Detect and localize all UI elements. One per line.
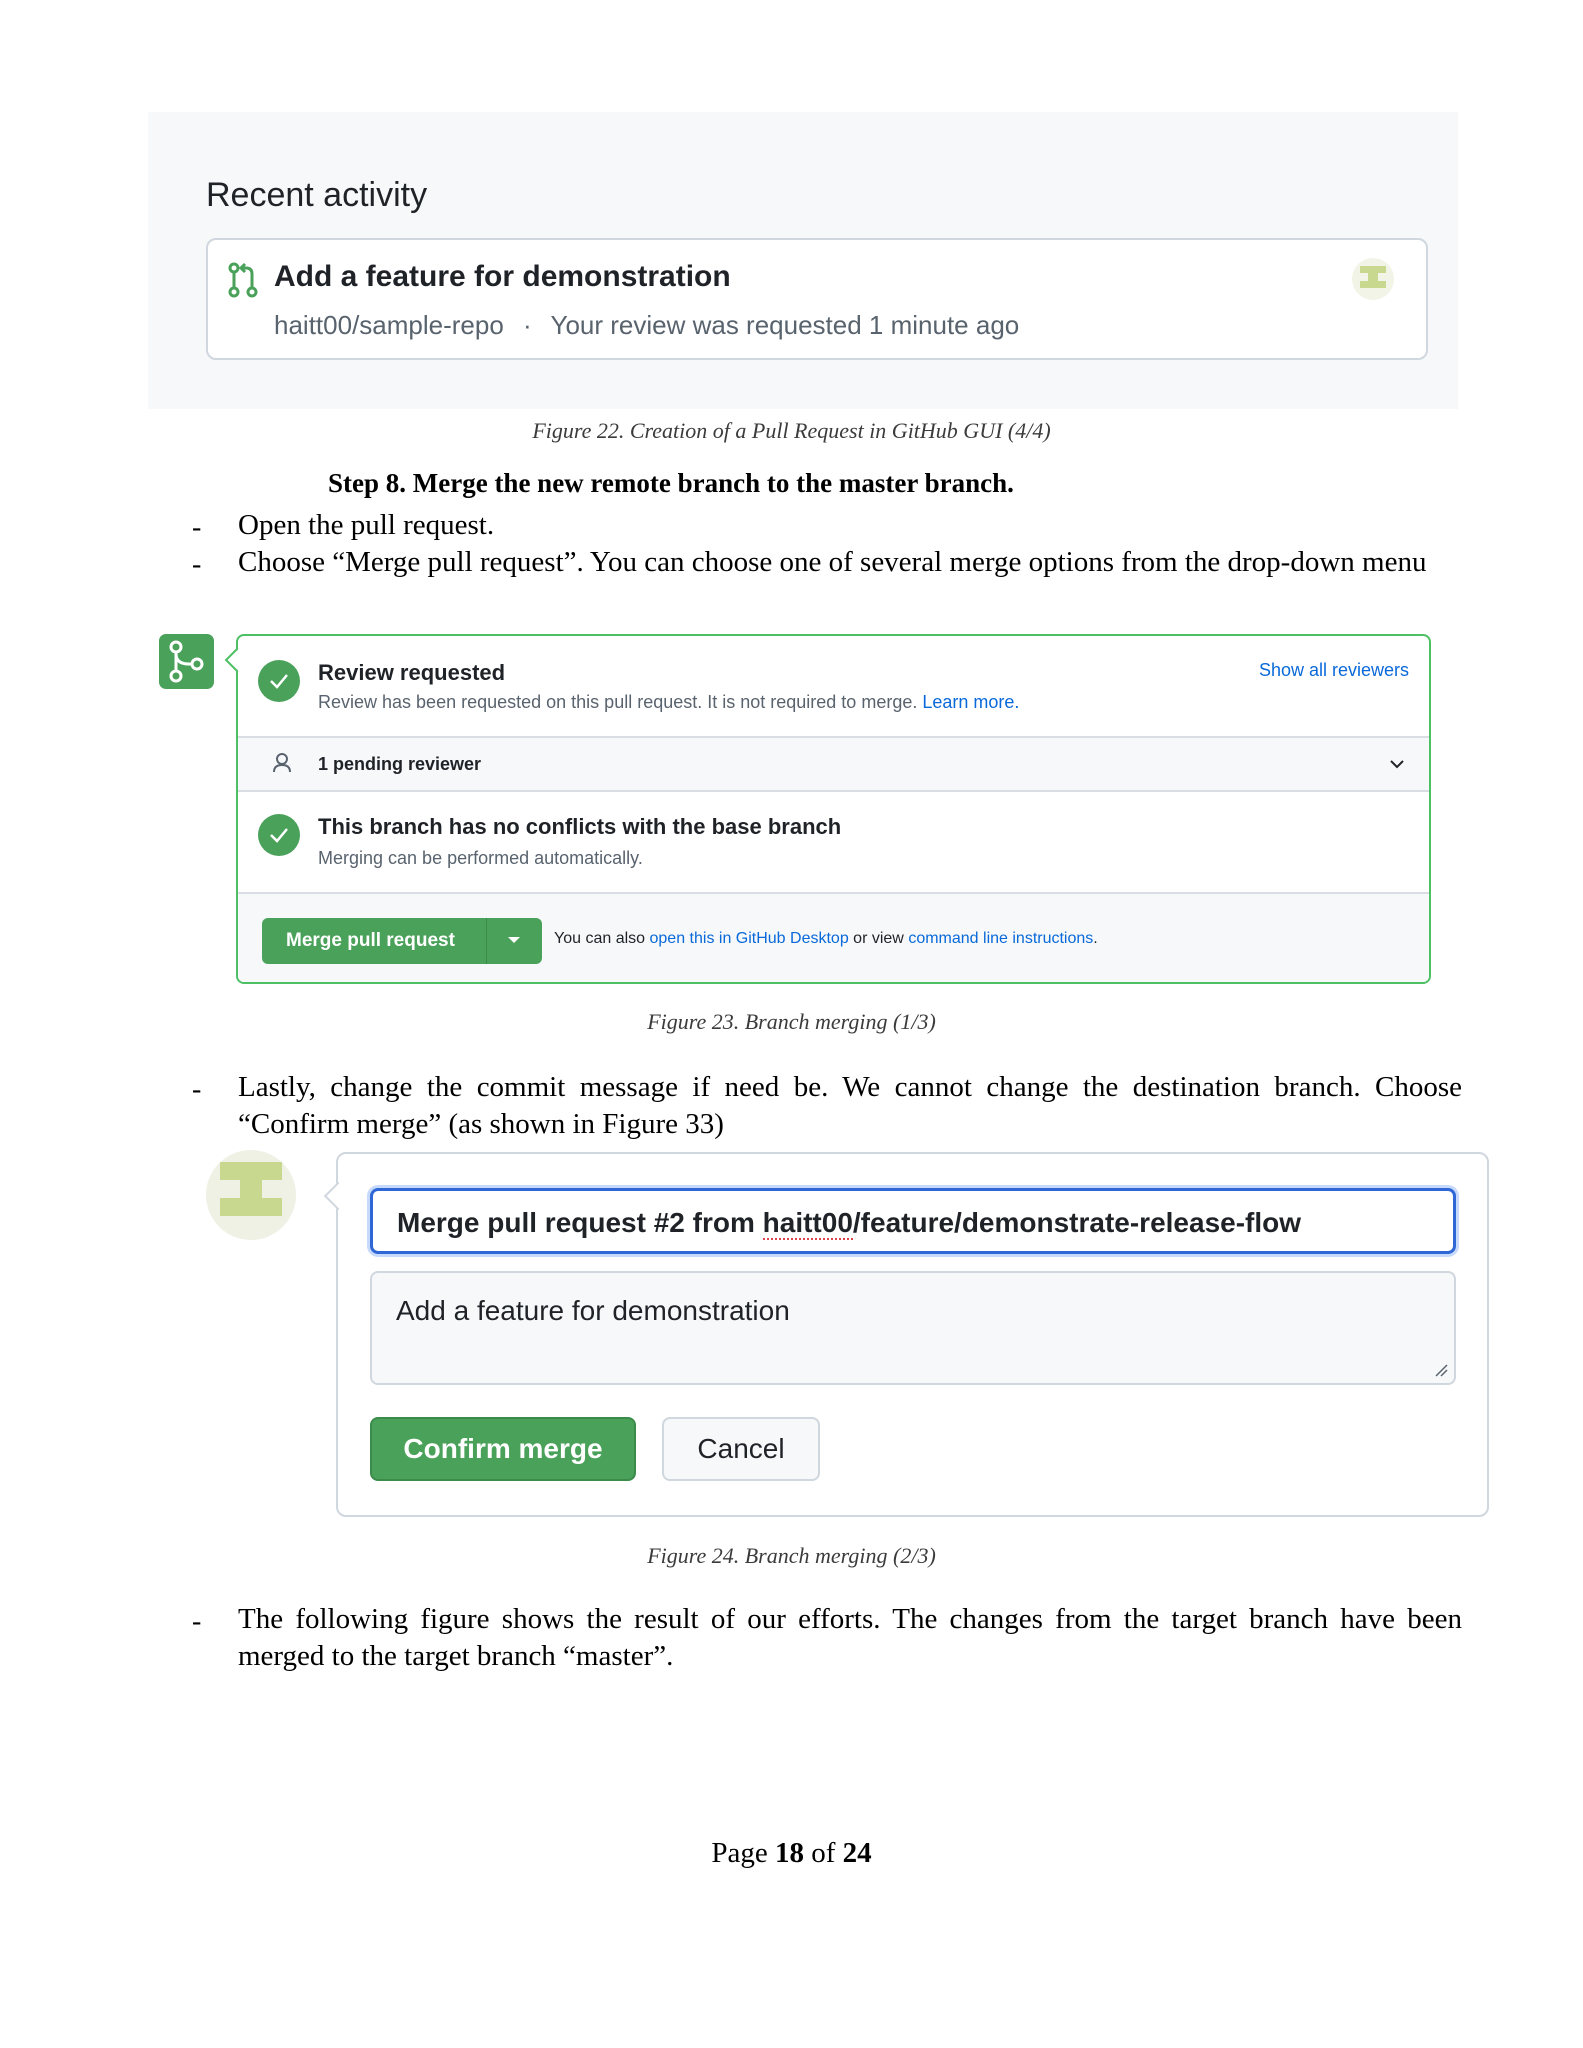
person-icon xyxy=(273,753,291,773)
button-divider xyxy=(486,918,487,964)
conflict-title: This branch has no conflicts with the ba… xyxy=(318,814,842,839)
conflict-text: Merging can be performed automatically. xyxy=(318,848,643,868)
commit-title-value: Merge pull request #2 from haitt00/featu… xyxy=(397,1207,1302,1240)
command-line-link[interactable]: command line instructions xyxy=(908,930,1093,947)
figure-24-caption: Figure 24. Branch merging (2/3) xyxy=(647,1543,936,1568)
avatar[interactable] xyxy=(1352,258,1394,300)
figure-23-caption: Figure 23. Branch merging (1/3) xyxy=(647,1009,936,1034)
github-desktop-link[interactable]: open this in GitHub Desktop xyxy=(650,930,849,947)
merge-pull-request-button[interactable]: Merge pull request xyxy=(262,918,542,964)
recent-activity-panel: Recent activity Add a feature for demons… xyxy=(148,112,1458,409)
commit-title-branch: /feature/demonstrate-release-flow xyxy=(852,1207,1302,1238)
repo-link[interactable]: haitt00/sample-repo xyxy=(274,310,504,340)
identicon-icon xyxy=(1360,266,1386,288)
review-description: Review has been requested on this pull r… xyxy=(318,692,918,712)
resize-handle-icon[interactable] xyxy=(1434,1363,1448,1377)
total-pages: 24 xyxy=(842,1837,872,1869)
commit-title-input[interactable]: Merge pull request #2 from haitt00/featu… xyxy=(370,1188,1456,1254)
page-number: Page 18 of 24 xyxy=(0,1837,1583,1870)
bullet-text: Lastly, change the commit message if nee… xyxy=(238,1071,1462,1140)
note-prefix: You can also xyxy=(554,930,646,947)
figure-22-caption: Figure 22. Creation of a Pull Request in… xyxy=(532,418,1051,443)
bullet-dash: - xyxy=(192,1606,202,1637)
check-icon xyxy=(258,814,300,856)
confirm-merge-button[interactable]: Confirm merge xyxy=(370,1417,636,1481)
commit-title-user: haitt00 xyxy=(762,1207,853,1240)
bullet-dash: - xyxy=(192,549,202,580)
confirm-merge-box: Merge pull request #2 from haitt00/featu… xyxy=(336,1152,1489,1517)
merge-action-row: Merge pull request You can also open thi… xyxy=(238,894,1429,982)
of-word: of xyxy=(811,1837,836,1869)
chevron-down-icon[interactable] xyxy=(1389,758,1405,770)
pull-request-icon xyxy=(228,262,258,298)
alternative-merge-note: You can also open this in GitHub Desktop… xyxy=(554,930,1098,948)
current-page: 18 xyxy=(774,1837,804,1869)
cancel-button[interactable]: Cancel xyxy=(662,1417,820,1481)
bullet-text: Choose “Merge pull request”. You can cho… xyxy=(238,546,1427,578)
activity-status: Your review was requested 1 minute ago xyxy=(550,310,1020,340)
avatar[interactable] xyxy=(206,1150,296,1240)
bullet-dash: - xyxy=(192,1074,202,1105)
activity-meta: haitt00/sample-repo · Your review was re… xyxy=(274,310,1019,341)
note-end: . xyxy=(1093,930,1098,947)
recent-activity-heading: Recent activity xyxy=(206,176,428,214)
pending-reviewer-label: 1 pending reviewer xyxy=(318,754,482,774)
learn-more-link[interactable]: Learn more. xyxy=(922,692,1019,712)
activity-title[interactable]: Add a feature for demonstration xyxy=(274,260,731,294)
note-middle: or view xyxy=(853,930,904,947)
step-8-heading: Step 8. Merge the new remote branch to t… xyxy=(328,468,1014,498)
bullet-dash: - xyxy=(192,512,202,543)
commit-message-textarea[interactable]: Add a feature for demonstration xyxy=(370,1271,1456,1385)
bullet-text: The following figure shows the result of… xyxy=(238,1603,1462,1672)
pending-reviewer-row[interactable]: 1 pending reviewer xyxy=(238,738,1429,792)
merge-button-label: Merge pull request xyxy=(286,930,455,951)
commit-title-prefix: Merge pull request #2 from xyxy=(397,1207,763,1238)
page-word: Page xyxy=(711,1837,768,1869)
check-icon xyxy=(258,660,300,702)
review-title: Review requested xyxy=(318,660,506,685)
merge-box: Review requested Review has been request… xyxy=(236,634,1431,984)
activity-card[interactable]: Add a feature for demonstration haitt00/… xyxy=(206,238,1428,360)
bullet-text: Open the pull request. xyxy=(238,509,495,541)
caret-down-icon[interactable] xyxy=(508,937,520,943)
git-merge-icon xyxy=(159,634,214,689)
meta-separator: · xyxy=(523,310,532,340)
show-all-reviewers-link[interactable]: Show all reviewers xyxy=(1259,660,1409,681)
no-conflicts-row: This branch has no conflicts with the ba… xyxy=(238,792,1429,894)
identicon-icon xyxy=(220,1162,282,1216)
commit-message-value: Add a feature for demonstration xyxy=(396,1295,790,1326)
review-requested-row: Review requested Review has been request… xyxy=(238,636,1429,738)
review-text: Review has been requested on this pull r… xyxy=(318,692,1019,713)
